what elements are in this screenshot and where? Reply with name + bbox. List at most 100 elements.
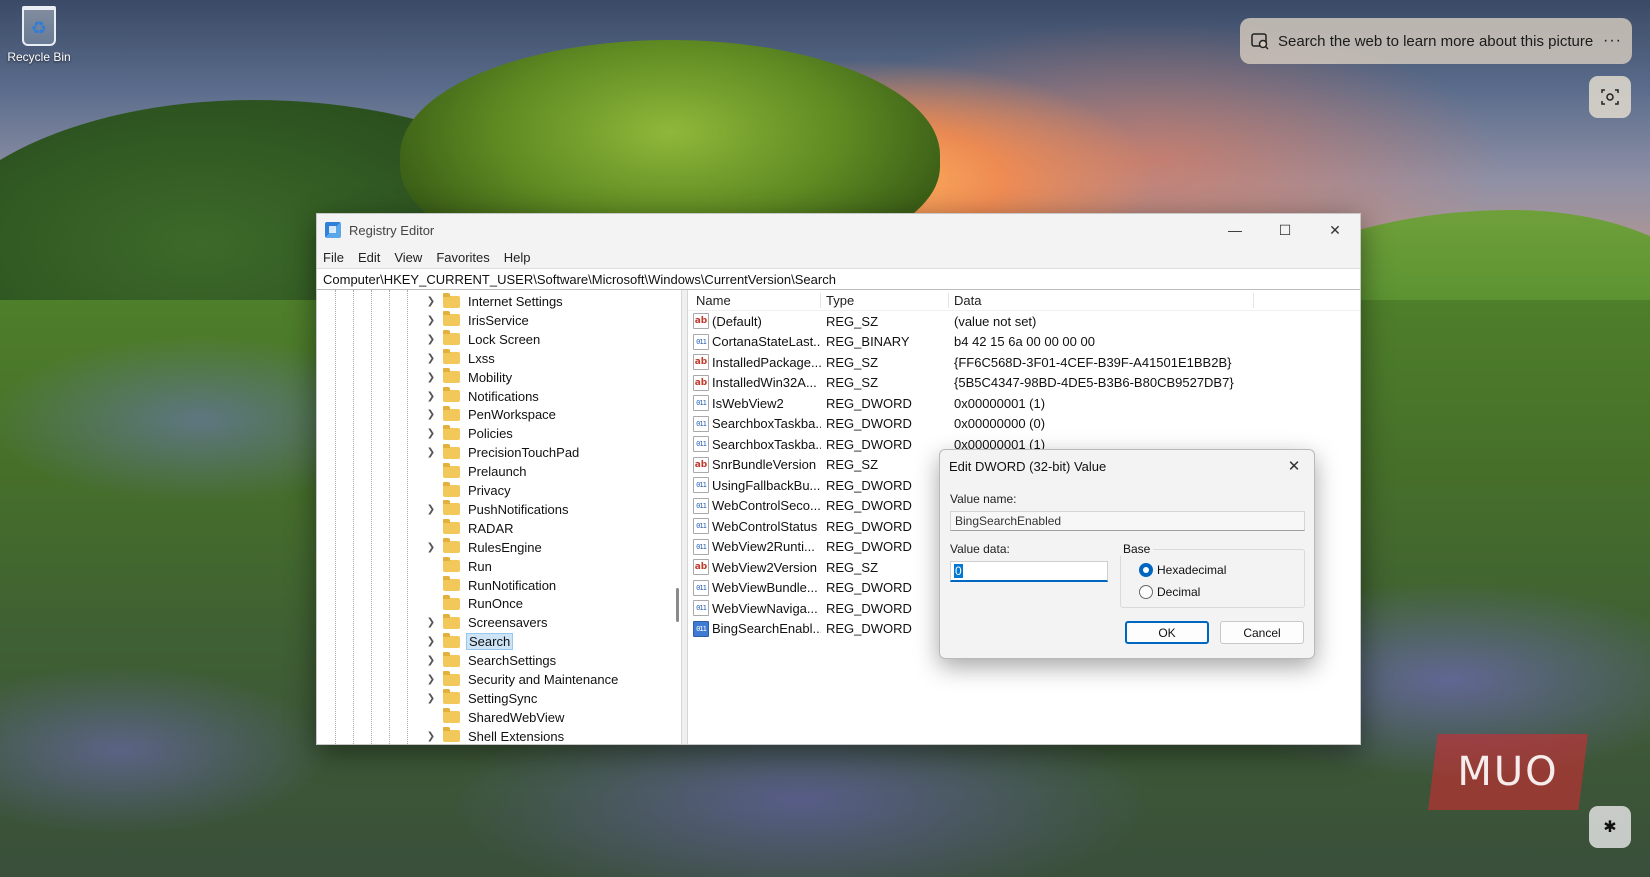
menu-view[interactable]: View (394, 250, 422, 265)
value-name: BingSearchEnabl... (712, 621, 821, 637)
cancel-button[interactable]: Cancel (1220, 621, 1304, 644)
dialog-title-bar[interactable]: Edit DWORD (32-bit) Value ✕ (940, 450, 1314, 482)
maximize-button[interactable]: ☐ (1260, 214, 1310, 246)
tree-item[interactable]: ❯ RulesEngine (425, 538, 544, 557)
chevron-right-icon[interactable]: ❯ (425, 504, 437, 515)
value-type: REG_DWORD (826, 477, 912, 493)
visual-search-text: Search the web to learn more about this … (1278, 32, 1594, 50)
chevron-right-icon[interactable]: ❯ (425, 391, 437, 402)
tree-item[interactable]: Prelaunch (425, 462, 529, 481)
hexadecimal-radio[interactable] (1139, 563, 1153, 577)
chevron-right-icon[interactable]: ❯ (425, 428, 437, 439)
column-name-header[interactable]: Name (688, 292, 821, 308)
chevron-right-icon[interactable]: ❯ (425, 655, 437, 666)
tree-item[interactable]: ❯ Shell Extensions (425, 727, 566, 744)
visual-search-button[interactable] (1589, 76, 1631, 118)
chevron-right-icon[interactable]: ❯ (425, 636, 437, 647)
column-data-header[interactable]: Data (949, 292, 1254, 308)
value-row[interactable]: ab (Default) REG_SZ (value not set) (688, 311, 1360, 332)
recycle-bin[interactable]: ♻ Recycle Bin (4, 6, 74, 64)
tree-item[interactable]: ❯ PenWorkspace (425, 405, 558, 424)
tree-item[interactable]: ❯ Lock Screen (425, 330, 542, 349)
tree-item-label: Security and Maintenance (468, 672, 619, 687)
folder-icon (443, 594, 460, 610)
tree-item[interactable]: ❯ Lxss (425, 349, 497, 368)
tree-item[interactable]: ❯ Notifications (425, 387, 541, 406)
chevron-right-icon[interactable]: ❯ (425, 372, 437, 383)
chevron-right-icon[interactable]: ❯ (425, 617, 437, 628)
tree-item[interactable]: Run (425, 557, 494, 576)
value-data-input[interactable]: 0 (950, 561, 1108, 582)
tree-item[interactable]: ❯ Search (425, 632, 514, 651)
value-row[interactable]: ab InstalledWin32A... REG_SZ {5B5C4347-98BD… (688, 373, 1360, 394)
tree-item[interactable]: SharedWebView (425, 708, 566, 727)
value-row[interactable]: ab InstalledPackage... REG_SZ {FF6C568D-3F0… (688, 352, 1360, 373)
visual-search-pill[interactable]: Search the web to learn more about this … (1240, 18, 1632, 64)
minimize-button[interactable]: — (1210, 214, 1260, 246)
folder-icon (443, 613, 460, 629)
chevron-right-icon[interactable]: ❯ (425, 693, 437, 704)
chevron-right-icon[interactable]: ❯ (425, 447, 437, 458)
value-data: 0x00000001 (1) (954, 395, 1046, 411)
tree-item[interactable]: RADAR (425, 519, 516, 538)
folder-icon (443, 727, 460, 743)
column-type-header[interactable]: Type (821, 292, 949, 308)
tree-item[interactable]: ❯ Screensavers (425, 613, 549, 632)
folder-icon (443, 368, 460, 384)
tree-item[interactable]: ❯ Internet Settings (425, 292, 565, 311)
wallpaper-info-button[interactable]: ✱ (1589, 806, 1631, 848)
recycle-bin-label: Recycle Bin (7, 50, 71, 64)
menu-edit[interactable]: Edit (358, 250, 380, 265)
hexadecimal-option[interactable]: Hexadecimal (1139, 563, 1226, 577)
folder-icon (443, 292, 460, 308)
tree-item[interactable]: ❯ PrecisionTouchPad (425, 443, 581, 462)
tree-item[interactable]: ❯ SettingSync (425, 689, 539, 708)
chevron-right-icon[interactable]: ❯ (425, 409, 437, 420)
chevron-right-icon[interactable]: ❯ (425, 353, 437, 364)
tree-item[interactable]: ❯ Mobility (425, 368, 514, 387)
value-name: SearchboxTaskba... (712, 436, 821, 452)
chevron-right-icon[interactable]: ❯ (425, 315, 437, 326)
tree-item[interactable]: ❯ PushNotifications (425, 500, 570, 519)
chevron-right-icon[interactable]: ❯ (425, 542, 437, 553)
chevron-right-icon[interactable]: ❯ (425, 334, 437, 345)
value-type: REG_SZ (826, 354, 879, 370)
folder-icon (443, 387, 460, 402)
decimal-option[interactable]: Decimal (1139, 585, 1200, 599)
tree-item[interactable]: Privacy (425, 481, 513, 500)
close-button[interactable]: ✕ (1310, 214, 1360, 246)
menu-favorites[interactable]: Favorites (436, 250, 489, 265)
tree-item[interactable]: RunNotification (425, 576, 558, 595)
ok-button[interactable]: OK (1125, 621, 1209, 644)
value-row[interactable]: 011 SearchboxTaskba... REG_DWORD 0x00000000… (688, 414, 1360, 435)
tree-item[interactable]: ❯ Policies (425, 424, 515, 443)
value-name-cell: 011 IsWebView2 (688, 395, 821, 412)
chevron-right-icon[interactable]: ❯ (425, 731, 437, 742)
tree-item[interactable]: ❯ SearchSettings (425, 651, 558, 670)
tree-item[interactable]: RunOnce (425, 594, 525, 613)
menu-file[interactable]: File (323, 250, 344, 265)
string-value-icon: ab (693, 313, 709, 330)
string-value-icon: ab (693, 354, 709, 371)
dialog-close-button[interactable]: ✕ (1274, 457, 1314, 475)
value-type: REG_SZ (826, 375, 879, 391)
tree-scrollbar-thumb[interactable] (676, 588, 679, 622)
folder-icon (443, 311, 460, 327)
tree-item-label: IrisService (468, 312, 529, 328)
decimal-radio[interactable] (1139, 585, 1153, 599)
binary-value-icon: 011 (693, 395, 709, 412)
title-bar[interactable]: Registry Editor — ☐ ✕ (317, 214, 1360, 246)
tree-item-label: Screensavers (468, 615, 548, 631)
chevron-right-icon[interactable]: ❯ (425, 296, 437, 307)
key-tree-pane[interactable]: ❯ Internet Settings ❯ IrisService ❯ Lock Scre… (317, 290, 682, 744)
value-row[interactable]: 011 CortanaStateLast... REG_BINARY b4 42 15… (688, 332, 1360, 353)
tree-item[interactable]: ❯ Security and Maintenance (425, 670, 620, 689)
address-bar[interactable]: Computer\HKEY_CURRENT_USER\Software\Micr… (317, 268, 1360, 290)
binary-value-icon: 011 (693, 538, 709, 555)
value-row[interactable]: 011 IsWebView2 REG_DWORD 0x00000001 (1) (688, 393, 1360, 414)
more-options-icon[interactable]: ··· (1603, 32, 1622, 50)
menu-help[interactable]: Help (504, 250, 531, 265)
tree-item[interactable]: ❯ IrisService (425, 311, 531, 330)
binary-value-icon: 011 (693, 518, 709, 535)
chevron-right-icon[interactable]: ❯ (425, 674, 437, 685)
